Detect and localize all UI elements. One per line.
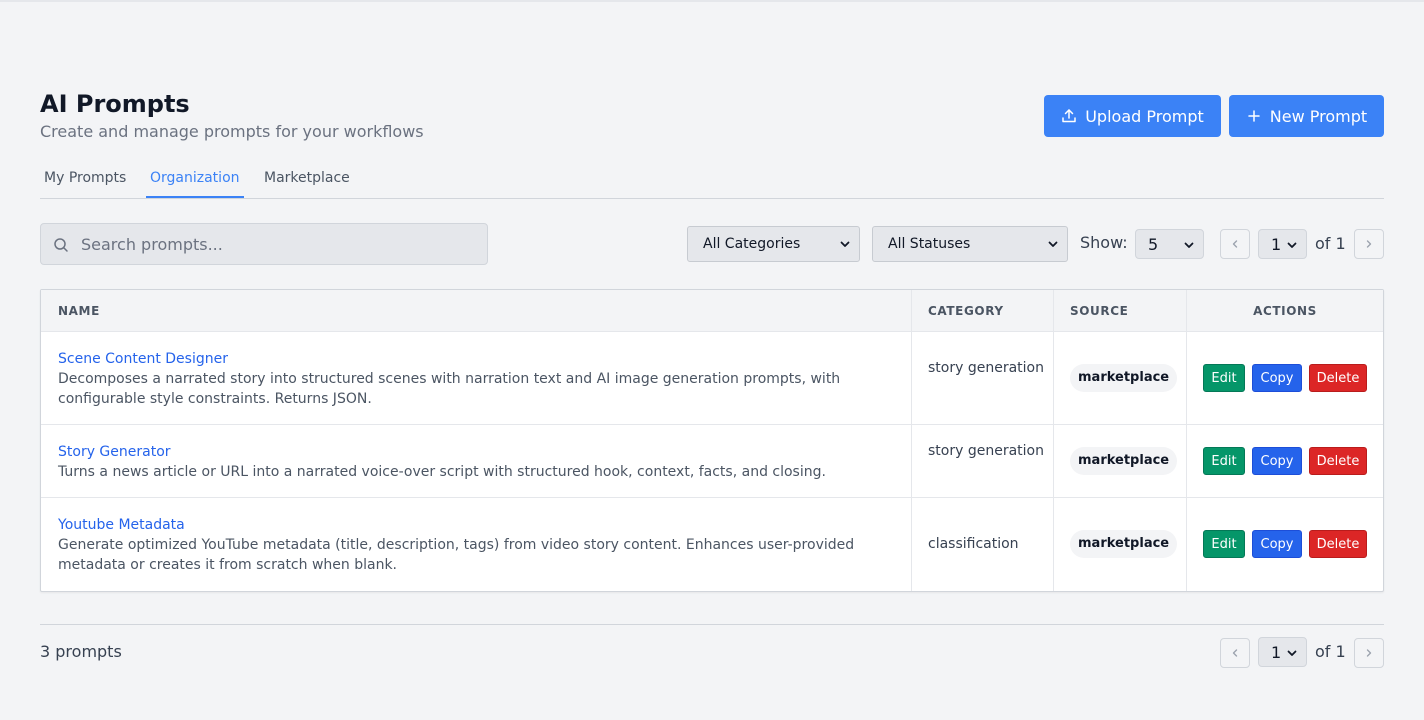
prompts-table: NAME CATEGORY SOURCE ACTIONS Scene Conte… [40,289,1384,592]
search-input[interactable] [81,224,481,264]
plus-icon [1248,110,1260,122]
edit-button[interactable]: Edit [1203,364,1245,392]
chevron-right-icon [1366,649,1372,657]
search-icon [54,238,68,252]
page-size-value: 5 [1148,234,1159,254]
name-cell: Story Generator Turns a news article or … [58,441,898,482]
prev-page-button[interactable] [1220,229,1250,259]
prompt-description: Turns a news article or URL into a narra… [58,464,826,480]
delete-button[interactable]: Delete [1309,364,1367,392]
upload-prompt-button[interactable]: Upload Prompt [1044,95,1221,137]
upload-prompt-label: Upload Prompt [1085,106,1204,126]
table-row: Story Generator Turns a news article or … [41,425,1383,498]
page-size-select[interactable]: 5 [1135,229,1204,259]
prompt-name-link[interactable]: Youtube Metadata [58,515,185,535]
source-badge: marketplace [1070,364,1178,392]
category-select-value: All Categories [703,236,801,252]
name-cell: Scene Content Designer Decomposes a narr… [58,348,898,409]
copy-button[interactable]: Copy [1252,447,1302,475]
status-select-value: All Statuses [888,236,971,252]
column-header-source[interactable]: SOURCE [1070,290,1128,332]
edit-button[interactable]: Edit [1203,447,1245,475]
prompt-name-link[interactable]: Story Generator [58,442,171,462]
page-select[interactable]: 1 [1258,637,1307,667]
page-select-value: 1 [1271,234,1282,254]
prompt-description: Decomposes a narrated story into structu… [58,371,841,407]
edit-button[interactable]: Edit [1203,530,1245,558]
page-select[interactable]: 1 [1258,229,1307,259]
chevron-left-icon [1232,649,1238,657]
page-select-value: 1 [1271,642,1282,662]
page-header: AI Prompts Create and manage prompts for… [40,88,1384,148]
tab-bar: My Prompts Organization Marketplace [40,162,1384,199]
chevron-down-icon [1287,650,1297,656]
table-row: Youtube Metadata Generate optimized YouT… [41,498,1383,591]
name-cell: Youtube Metadata Generate optimized YouT… [58,514,898,575]
chevron-down-icon [1048,241,1058,247]
page-count-label: of 1 [1315,642,1346,661]
page-subtitle: Create and manage prompts for your workf… [40,122,424,141]
table-row: Scene Content Designer Decomposes a narr… [41,332,1383,425]
next-page-button[interactable] [1354,638,1384,668]
copy-button[interactable]: Copy [1252,364,1302,392]
delete-button[interactable]: Delete [1309,447,1367,475]
tab-organization[interactable]: Organization [146,162,244,198]
source-badge: marketplace [1070,447,1178,475]
category-cell: story generation [928,360,1044,376]
chevron-down-icon [1184,242,1194,248]
column-header-category[interactable]: CATEGORY [928,290,1004,332]
upload-icon [1062,109,1076,123]
source-badge: marketplace [1070,530,1178,558]
show-label: Show: [1080,233,1128,252]
chevron-right-icon [1366,240,1372,248]
prompt-name-link[interactable]: Scene Content Designer [58,349,228,369]
chevron-down-icon [840,241,850,247]
tab-my-prompts[interactable]: My Prompts [40,162,130,198]
category-cell: classification [928,536,1019,552]
table-header: NAME CATEGORY SOURCE ACTIONS [41,290,1383,332]
delete-button[interactable]: Delete [1309,530,1367,558]
copy-button[interactable]: Copy [1252,530,1302,558]
column-header-actions: ACTIONS [1253,304,1317,318]
search-box [40,223,488,265]
prompt-count: 3 prompts [40,642,122,661]
category-cell: story generation [928,443,1044,459]
page-count-label: of 1 [1315,234,1346,253]
page-title: AI Prompts [40,90,190,118]
footer-divider [40,624,1384,625]
new-prompt-button[interactable]: New Prompt [1229,95,1384,137]
top-border [0,0,1424,2]
status-select[interactable]: All Statuses [872,226,1068,262]
chevron-left-icon [1232,240,1238,248]
category-select[interactable]: All Categories [687,226,860,262]
prev-page-button[interactable] [1220,638,1250,668]
column-header-name[interactable]: NAME [58,290,100,332]
prompt-description: Generate optimized YouTube metadata (tit… [58,537,855,573]
chevron-down-icon [1287,242,1297,248]
tab-marketplace[interactable]: Marketplace [260,162,354,198]
next-page-button[interactable] [1354,229,1384,259]
new-prompt-label: New Prompt [1269,106,1368,126]
